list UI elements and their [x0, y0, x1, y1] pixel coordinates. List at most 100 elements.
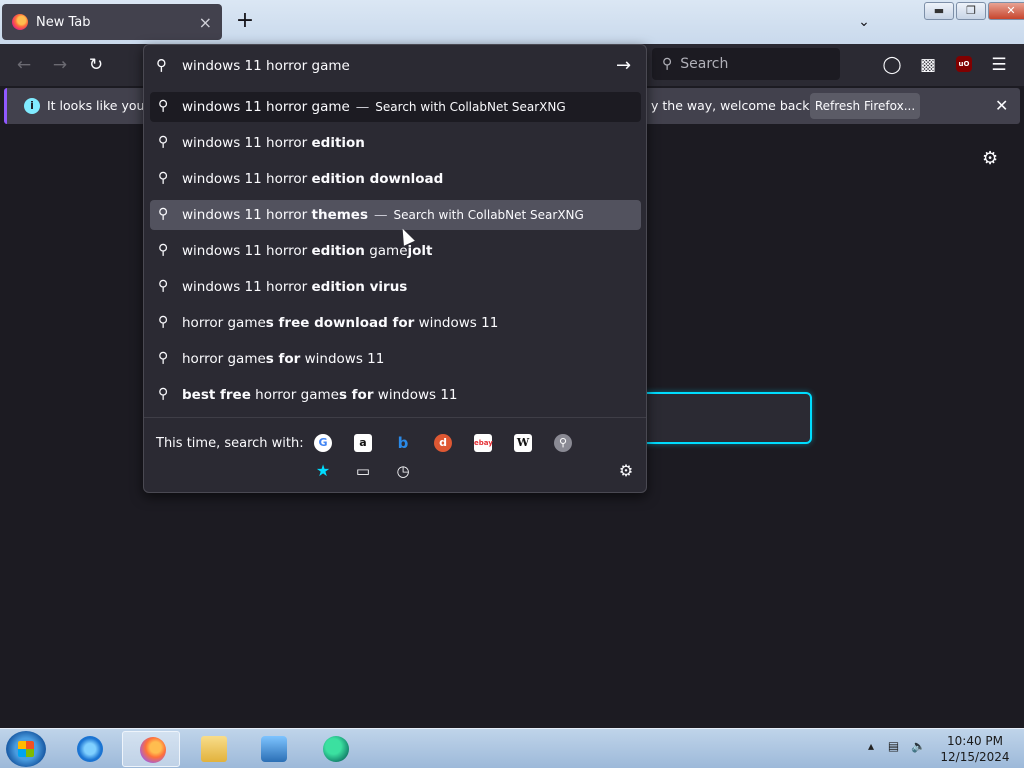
- search-icon: ⚲: [158, 278, 169, 294]
- url-input[interactable]: ⚲ windows 11 horror game →: [144, 45, 646, 87]
- ebay-icon[interactable]: ebay: [474, 434, 493, 452]
- clock[interactable]: 10:40 PM 12/15/2024: [940, 733, 1010, 765]
- app-icon: [323, 736, 349, 762]
- settings-gear-icon[interactable]: ⚙: [982, 148, 998, 169]
- taskbar: ▴ ▤ 🔈 10:40 PM 12/15/2024: [0, 728, 1024, 768]
- result-text: windows 11: [300, 351, 385, 367]
- info-icon: i: [24, 98, 40, 114]
- result-text: game: [364, 243, 408, 259]
- show-hidden-icons-icon[interactable]: ▴: [868, 739, 874, 753]
- results-list: ⚲ windows 11 horror game — Search with C…: [150, 92, 641, 416]
- result-text: windows 11: [373, 387, 458, 403]
- result-text: windows 11 horror: [182, 171, 312, 187]
- result-text: windows 11 horror: [182, 243, 312, 259]
- result-text-bold: best free: [182, 387, 251, 403]
- result-text: horror game: [182, 351, 266, 367]
- search-icon: ⚲: [158, 134, 169, 150]
- history-icon[interactable]: ◷: [394, 462, 412, 480]
- search-settings-gear-icon[interactable]: ⚙: [617, 462, 635, 480]
- internet-explorer-icon: [77, 736, 103, 762]
- volume-muted-icon[interactable]: 🔈: [911, 739, 926, 753]
- result-separator: —: [373, 207, 388, 223]
- duckduckgo-icon[interactable]: d: [434, 434, 452, 452]
- firefox-icon: [12, 14, 28, 30]
- new-tab-button[interactable]: +: [232, 8, 258, 34]
- tab-new-tab[interactable]: New Tab ×: [2, 4, 222, 40]
- firefox-icon: [140, 737, 166, 763]
- amazon-icon[interactable]: a: [354, 434, 372, 452]
- result-row[interactable]: ⚲ windows 11 horror themes — Search with…: [150, 200, 641, 230]
- reload-icon[interactable]: ↻: [86, 55, 106, 75]
- refresh-firefox-button[interactable]: Refresh Firefox...: [810, 93, 920, 119]
- forward-icon[interactable]: →: [50, 55, 70, 75]
- go-arrow-icon[interactable]: →: [616, 55, 631, 76]
- tab-title: New Tab: [36, 14, 91, 30]
- search-icon: ⚲: [158, 242, 169, 258]
- minimize-button[interactable]: ▬: [924, 2, 954, 20]
- google-icon[interactable]: G: [314, 434, 332, 452]
- result-row[interactable]: ⚲ best free horror game s for windows 11: [150, 380, 641, 410]
- result-row[interactable]: ⚲ windows 11 horror edition virus: [150, 272, 641, 302]
- wikipedia-icon[interactable]: W: [514, 434, 532, 452]
- search-bar[interactable]: ⚲ Search: [652, 48, 840, 80]
- taskbar-file-explorer[interactable]: [184, 731, 242, 767]
- page-search-box[interactable]: [640, 392, 812, 444]
- result-text-bold: edition download: [311, 171, 444, 187]
- close-tab-icon[interactable]: ×: [199, 13, 212, 32]
- pocket-icon[interactable]: ◯: [882, 55, 902, 75]
- search-icon: ⚲: [158, 314, 169, 330]
- search-placeholder: Search: [680, 56, 729, 72]
- result-text-bold: edition virus: [311, 279, 408, 295]
- result-text: windows 11 horror: [182, 135, 312, 151]
- ublock-icon[interactable]: uO: [956, 56, 972, 72]
- search-icon: ⚲: [158, 350, 169, 366]
- chevron-down-icon[interactable]: ⌄: [852, 10, 876, 34]
- restore-button[interactable]: ❐: [956, 2, 986, 20]
- result-row[interactable]: ⚲ horror game s free download for windows…: [150, 308, 641, 338]
- tabs-icon[interactable]: ▭: [354, 462, 372, 480]
- result-text-bold: s free download for: [265, 315, 415, 331]
- back-icon[interactable]: ←: [14, 55, 34, 75]
- search-icon: ⚲: [158, 170, 169, 186]
- result-row[interactable]: ⚲ windows 11 horror edition: [150, 128, 641, 158]
- result-row[interactable]: ⚲ horror game s for windows 11: [150, 344, 641, 374]
- search-icon: ⚲: [156, 56, 167, 74]
- result-text: windows 11 horror: [182, 279, 312, 295]
- search-icon: ⚲: [158, 386, 169, 402]
- bookmarks-icon[interactable]: ★: [314, 462, 332, 480]
- search-icon: ⚲: [158, 98, 169, 114]
- bing-icon[interactable]: b: [394, 434, 412, 452]
- taskbar-app[interactable]: [306, 731, 364, 767]
- search-icon: ⚲: [662, 56, 673, 72]
- result-text-bold: edition: [311, 135, 365, 151]
- clock-date: 12/15/2024: [940, 750, 1010, 764]
- result-row[interactable]: ⚲ windows 11 horror edition download: [150, 164, 641, 194]
- clock-time: 10:40 PM: [947, 734, 1003, 748]
- taskbar-media-player[interactable]: [244, 731, 302, 767]
- result-text-bold: themes: [311, 207, 368, 223]
- close-window-button[interactable]: ✕: [988, 2, 1024, 20]
- window-controls: ▬ ❐ ✕: [924, 2, 1024, 20]
- taskbar-internet-explorer[interactable]: [60, 731, 118, 767]
- network-icon[interactable]: ▤: [888, 739, 899, 753]
- result-text-bold: s for: [338, 387, 374, 403]
- close-notification-icon[interactable]: ✕: [995, 96, 1008, 115]
- url-input-value[interactable]: windows 11 horror game: [182, 58, 350, 74]
- searxng-icon[interactable]: ⚲: [554, 434, 572, 452]
- media-player-icon: [261, 736, 287, 762]
- tab-strip: New Tab × + ⌄ ▬ ❐ ✕: [0, 0, 1024, 44]
- result-row[interactable]: ⚲ windows 11 horror game — Search with C…: [150, 92, 641, 122]
- result-text-bold: s for: [265, 351, 301, 367]
- result-text: horror game: [250, 387, 339, 403]
- taskbar-firefox[interactable]: [122, 731, 180, 767]
- system-tray: ▴ ▤ 🔈: [868, 739, 926, 753]
- urlbar-popup: ⚲ windows 11 horror game → ⚲ windows 11 …: [143, 44, 647, 493]
- result-text: horror game: [182, 315, 266, 331]
- menu-icon[interactable]: ☰: [989, 55, 1009, 75]
- result-text-bold: jolt: [407, 243, 433, 259]
- notification-text-right: y the way, welcome back!: [651, 98, 815, 113]
- extensions-icon[interactable]: ▩: [918, 55, 938, 75]
- result-text: windows 11 horror: [182, 207, 312, 223]
- result-row[interactable]: ⚲ windows 11 horror edition game jolt: [150, 236, 641, 266]
- start-button[interactable]: [6, 731, 46, 767]
